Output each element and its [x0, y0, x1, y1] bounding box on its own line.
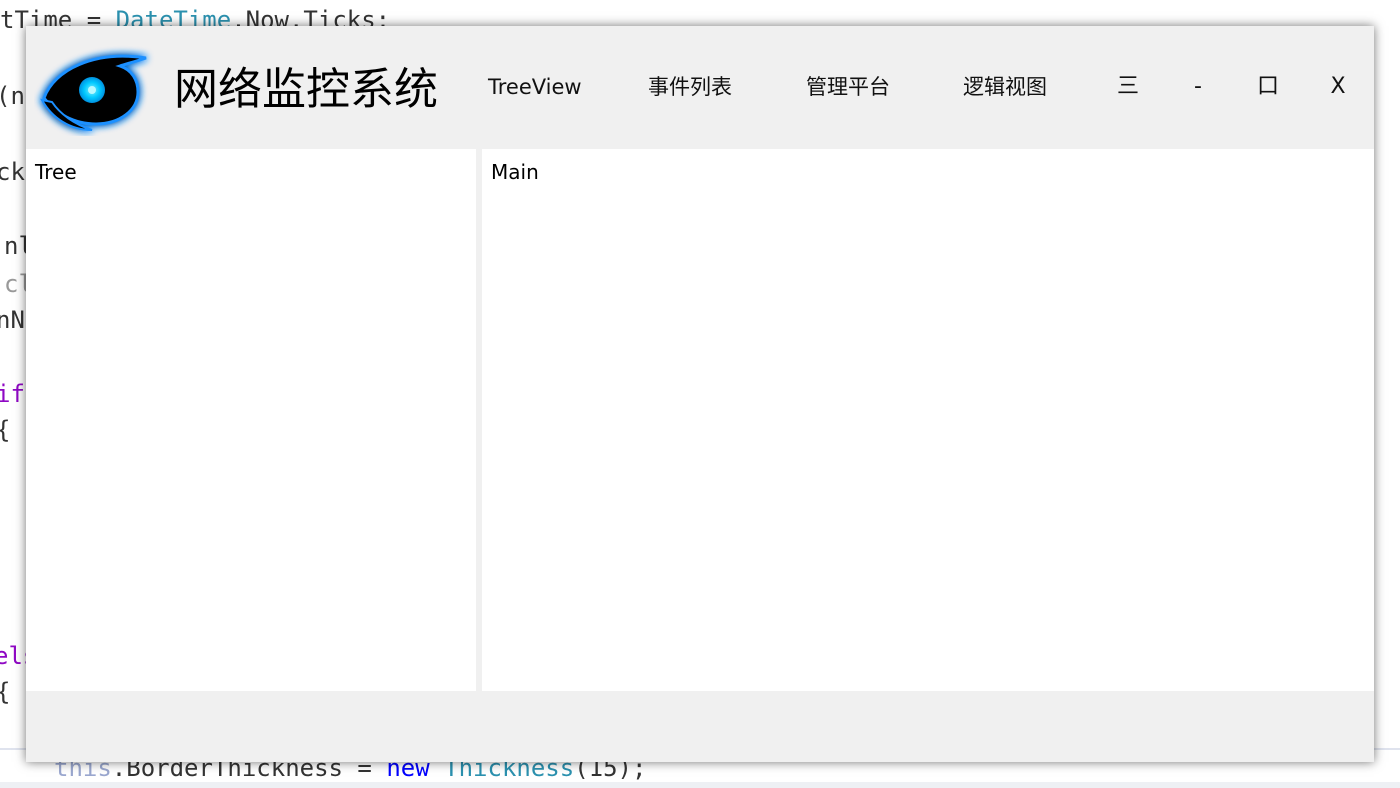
app-window: 网络监控系统 TreeView 事件列表 管理平台 逻辑视图 三 - 口 X T…	[26, 26, 1374, 762]
status-footer	[26, 691, 1374, 762]
main-pane[interactable]: Main	[482, 149, 1374, 691]
maximize-button[interactable]: 口	[1248, 70, 1288, 104]
tree-pane[interactable]: Tree	[26, 149, 476, 691]
nav-event-list[interactable]: 事件列表	[648, 72, 732, 102]
menu-button[interactable]: 三	[1108, 70, 1148, 104]
code-line-8: {	[0, 416, 10, 444]
code-line-10: {	[0, 678, 10, 706]
nav-management-platform[interactable]: 管理平台	[806, 72, 890, 102]
close-button[interactable]: X	[1318, 70, 1358, 104]
nav-logic-view[interactable]: 逻辑视图	[963, 72, 1047, 102]
nav-treeview[interactable]: TreeView	[488, 72, 582, 102]
title-bar[interactable]: 网络监控系统 TreeView 事件列表 管理平台 逻辑视图 三 - 口 X	[26, 26, 1374, 149]
code-line-7: if	[0, 380, 25, 408]
minimize-button[interactable]: -	[1178, 70, 1218, 104]
eye-logo-icon	[34, 40, 156, 136]
tree-pane-label: Tree	[35, 160, 77, 184]
main-pane-label: Main	[491, 160, 539, 184]
editor-bottom-strip	[0, 782, 1400, 788]
app-title: 网络监控系统	[174, 64, 438, 115]
